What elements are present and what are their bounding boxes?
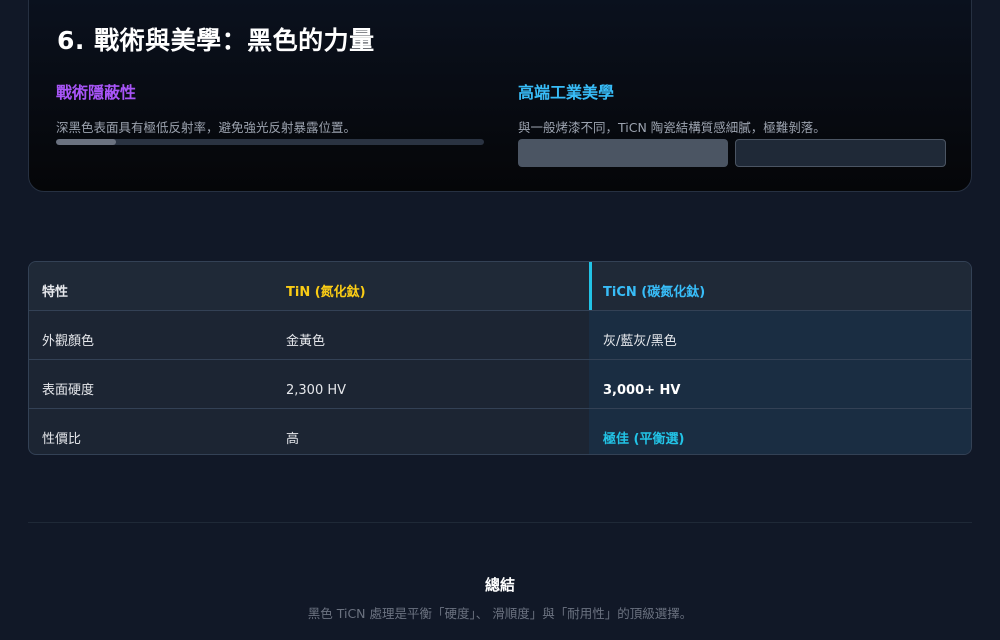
- stealth-column: 戰術隱蔽性 深黑色表面具有極低反射率，避免強光反射暴露位置。: [56, 79, 484, 136]
- tin-value: 高: [286, 432, 300, 447]
- ticn-value: 灰/藍灰/黑色: [603, 334, 677, 349]
- table-row: 外觀顏色 金黃色 灰/藍灰/黑色: [29, 310, 971, 358]
- aesthetics-description: 與一般烤漆不同，TiCN 陶瓷結構質感細膩，極難剝落。: [518, 120, 826, 135]
- row-label: 性價比: [42, 432, 82, 447]
- summary-text: 黑色 TiCN 處理是平衡「硬度」、 滑順度」與「耐用性」的頂級選擇。: [307, 606, 693, 621]
- reflectivity-bar: [56, 139, 484, 145]
- ticn-value: 3,000+ HV: [603, 383, 681, 398]
- reflectivity-bar-fill: [56, 139, 116, 145]
- table-row: 性價比 高 極佳 (平衡選): [29, 408, 971, 454]
- header-property: 特性: [42, 285, 69, 300]
- stealth-description: 深黑色表面具有極低反射率，避免強光反射暴露位置。: [56, 120, 357, 135]
- tactical-aesthetics-card: 6. 戰術與美學：黑色的力量 戰術隱蔽性 深黑色表面具有極低反射率，避免強光反射…: [28, 0, 972, 192]
- aesthetics-title: 高端工業美學: [518, 83, 615, 102]
- row-label: 外觀顏色: [42, 334, 95, 349]
- aesthetics-column: 高端工業美學 與一般烤漆不同，TiCN 陶瓷結構質感細膩，極難剝落。: [518, 79, 946, 136]
- section-divider: [28, 522, 972, 523]
- header-tin: TiN (氮化鈦): [286, 285, 366, 300]
- color-swatch-dark: [735, 139, 946, 167]
- ticn-value: 極佳 (平衡選): [603, 432, 685, 447]
- table-header-row: 特性 TiN (氮化鈦) TiCN (碳氮化鈦): [29, 262, 971, 310]
- table-row: 表面硬度 2,300 HV 3,000+ HV: [29, 359, 971, 407]
- comparison-table: 特性 TiN (氮化鈦) TiCN (碳氮化鈦) 外觀顏色 金黃色 灰/藍灰/黑…: [28, 261, 972, 455]
- tin-value: 金黃色: [286, 334, 326, 349]
- stealth-title: 戰術隱蔽性: [56, 83, 137, 102]
- summary-title: 總結: [484, 576, 515, 594]
- row-label: 表面硬度: [42, 383, 95, 398]
- section-title: 6. 戰術與美學：黑色的力量: [57, 26, 375, 55]
- ticn-header-accent: [589, 262, 592, 310]
- tin-value: 2,300 HV: [286, 383, 347, 398]
- color-swatch-gray: [518, 139, 728, 167]
- header-ticn: TiCN (碳氮化鈦): [603, 285, 706, 300]
